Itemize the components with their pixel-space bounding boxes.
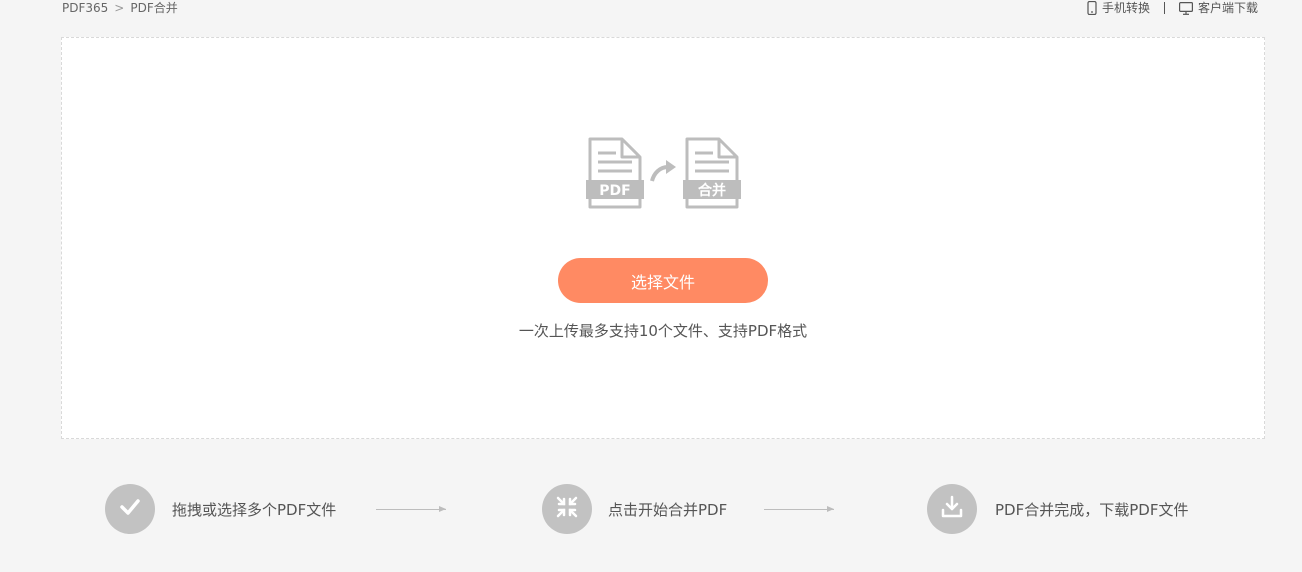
mobile-convert-label: 手机转换 [1101, 1, 1150, 15]
pdf-merge-icon: PDF 合并 [586, 137, 741, 209]
breadcrumb: PDF365 > PDF合并 [62, 0, 178, 16]
process-steps: 拖拽或选择多个PDF文件 点击开始合并PDF PDF合并完成，下载PDF文件 [0, 482, 1302, 538]
pdf-document-icon: PDF [586, 137, 644, 209]
monitor-icon [1178, 1, 1193, 15]
mobile-convert-link[interactable]: 手机转换 [1087, 0, 1150, 16]
breadcrumb-separator: > [114, 1, 125, 15]
merge-icon [555, 495, 579, 523]
upload-hint: 一次上传最多支持10个文件、支持PDF格式 [518, 322, 808, 340]
check-icon [119, 498, 141, 520]
step-3-circle [927, 484, 977, 534]
step-arrow-2 [764, 506, 834, 512]
desktop-download-link[interactable]: 客户端下载 [1178, 0, 1258, 16]
step-2-label: 点击开始合并PDF [608, 501, 728, 519]
step-2-circle [542, 484, 592, 534]
target-badge: 合并 [698, 182, 726, 199]
upload-dropzone[interactable]: PDF 合并 选择文件 一次上传最多支持10个文件、支持PDF格式 [61, 37, 1265, 439]
source-badge: PDF [599, 183, 630, 199]
pdf-merge-illustration: PDF 合并 [584, 137, 744, 211]
top-bar: PDF365 > PDF合并 手机转换 客户端下载 [0, 0, 1302, 20]
phone-icon [1087, 1, 1097, 15]
desktop-download-label: 客户端下载 [1197, 1, 1258, 15]
download-icon [940, 495, 964, 523]
breadcrumb-current: PDF合并 [130, 1, 178, 15]
step-arrow-1 [376, 506, 446, 512]
merged-document-icon: 合并 [683, 137, 741, 209]
top-links: 手机转换 客户端下载 [1087, 0, 1258, 16]
select-file-button[interactable]: 选择文件 [558, 258, 768, 303]
curved-arrow-icon [650, 160, 676, 182]
step-3-label: PDF合并完成，下载PDF文件 [995, 501, 1189, 519]
breadcrumb-home-link[interactable]: PDF365 [62, 1, 108, 15]
step-1-circle [105, 484, 155, 534]
step-1-label: 拖拽或选择多个PDF文件 [172, 501, 337, 519]
top-links-divider [1163, 2, 1165, 14]
